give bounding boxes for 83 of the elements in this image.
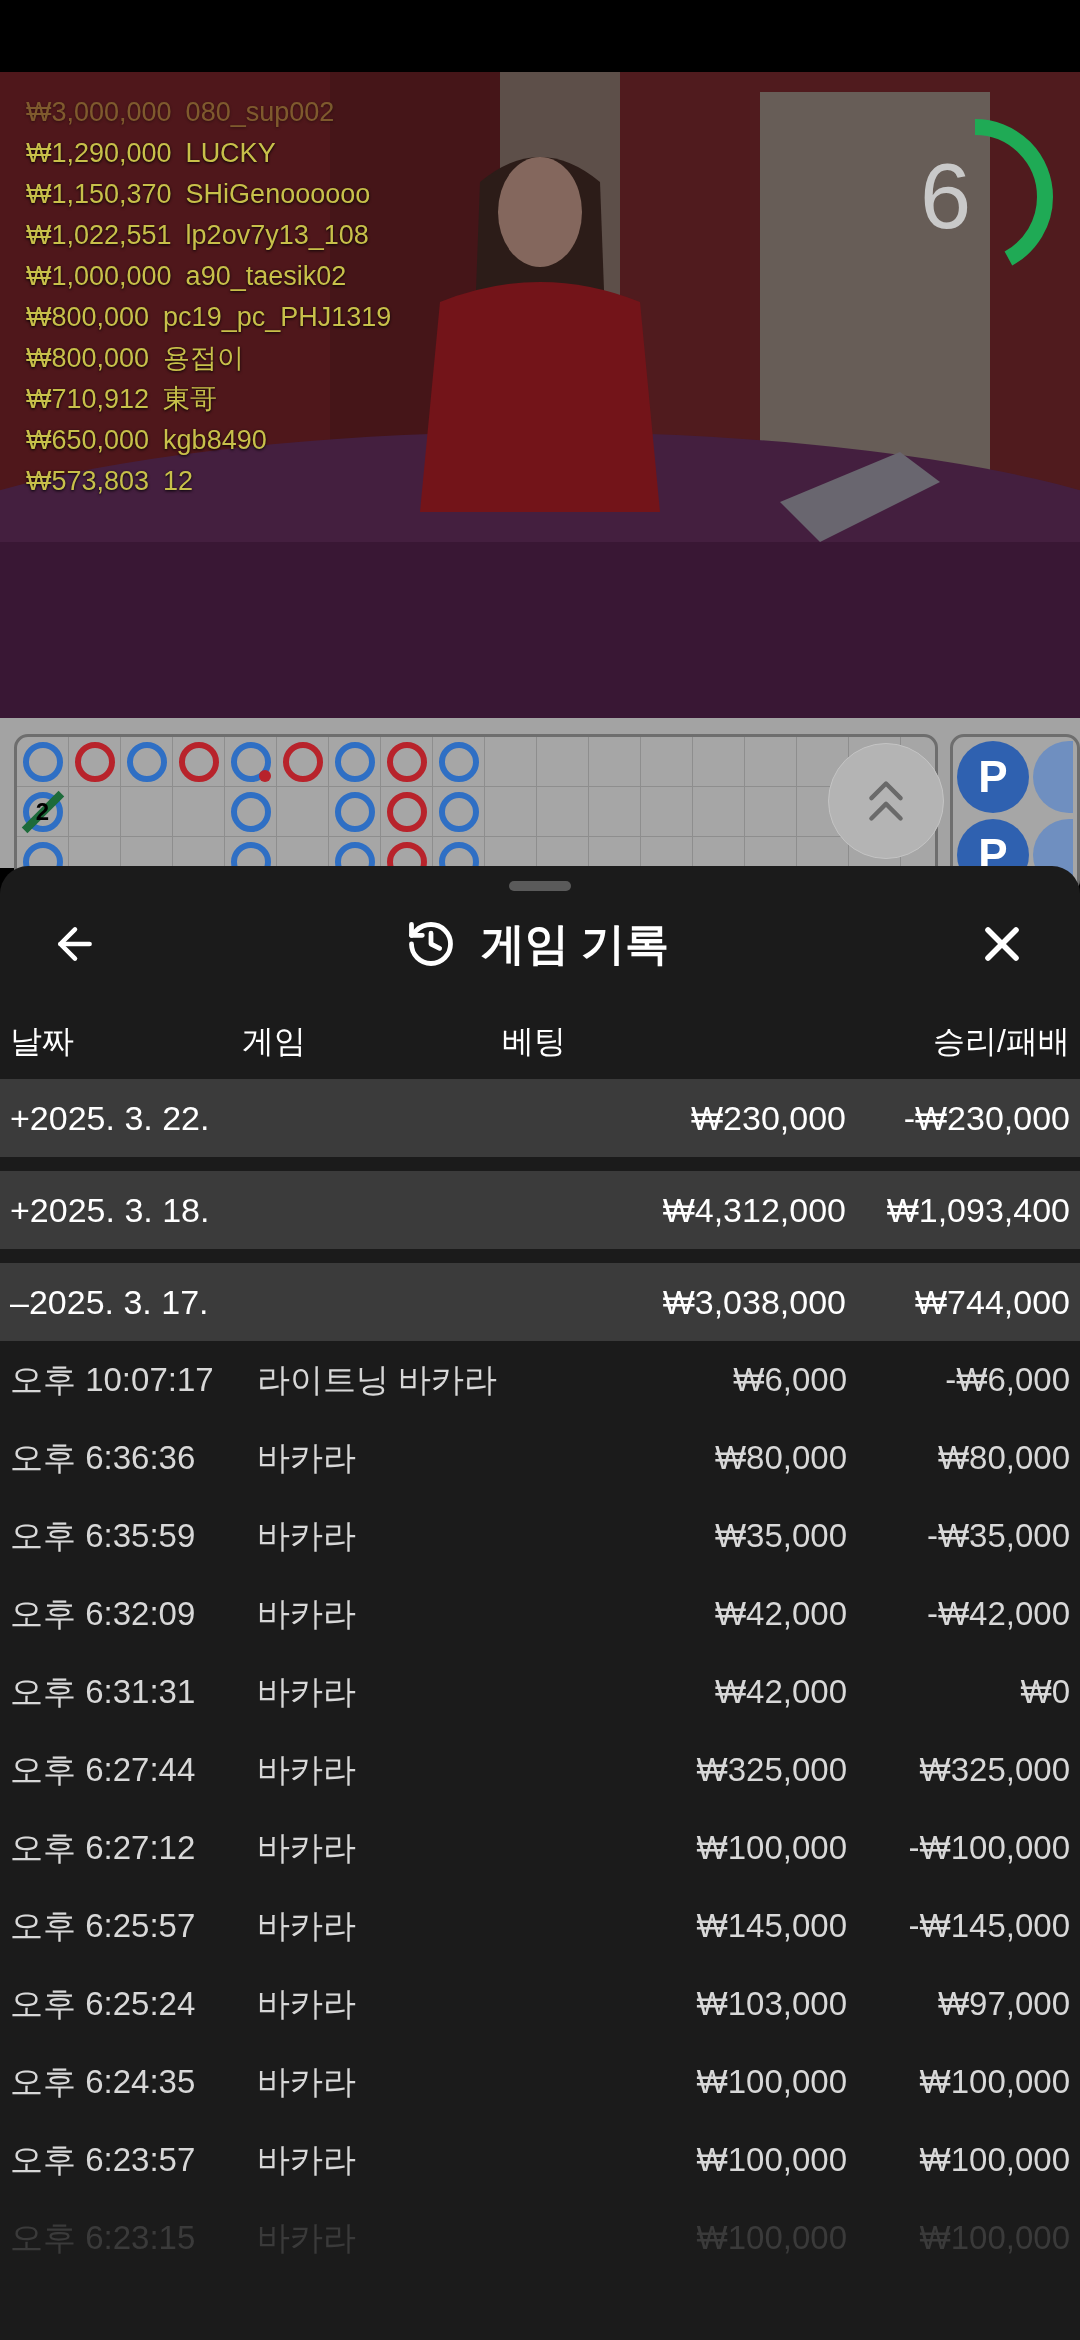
group-result: ₩1,093,400 xyxy=(885,1189,1070,1231)
bet-time: 오후 6:24:35 xyxy=(10,2062,197,2103)
win-loss-amount: -₩100,000 xyxy=(907,1828,1070,1869)
group-bet: ₩230,000 xyxy=(690,1097,846,1139)
leaderboard-amount: ₩3,000,000 xyxy=(26,96,172,129)
bet-amount: ₩80,000 xyxy=(713,1438,847,1479)
group-date: +2025. 3. 18. xyxy=(10,1189,211,1231)
bet-time: 오후 6:35:59 xyxy=(10,1516,197,1557)
leaderboard-amount: ₩650,000 xyxy=(26,424,150,457)
bet-amount: ₩325,000 xyxy=(695,1750,847,1791)
group-bet: ₩3,038,000 xyxy=(661,1281,846,1323)
group-result: -₩230,000 xyxy=(902,1097,1070,1139)
date-group-row[interactable]: –2025. 3. 17. ₩3,038,000 ₩744,000 xyxy=(0,1263,1080,1341)
group-date: –2025. 3. 17. xyxy=(10,1281,210,1323)
leaderboard-amount: ₩1,000,000 xyxy=(26,260,172,293)
game-name: 바카라 xyxy=(257,2062,357,2103)
bet-amount: ₩103,000 xyxy=(695,1984,847,2025)
win-loss-amount: ₩80,000 xyxy=(936,1438,1070,1479)
leaderboard-player: 080_sup002 xyxy=(185,96,335,129)
leaderboard-player: kgb8490 xyxy=(163,424,267,457)
leaderboard-player: LUCKY xyxy=(185,137,276,170)
leaderboard-player: lp2ov7y13_108 xyxy=(185,219,369,252)
group-bet: ₩4,312,000 xyxy=(661,1189,846,1231)
bet-amount: ₩100,000 xyxy=(695,2140,847,2181)
win-loss-amount: ₩97,000 xyxy=(936,1984,1070,2025)
leaderboard-player: a90_taesik02 xyxy=(185,260,347,293)
countdown-number: 6 xyxy=(920,150,972,242)
win-loss-amount: -₩42,000 xyxy=(925,1594,1070,1635)
bet-amount: ₩6,000 xyxy=(732,1360,847,1401)
leaderboard-amount: ₩1,022,551 xyxy=(26,219,172,252)
leaderboard-amount: ₩710,912 xyxy=(26,383,150,416)
date-group-row[interactable]: +2025. 3. 18. ₩4,312,000 ₩1,093,400 xyxy=(0,1171,1080,1249)
bet-time: 오후 6:36:36 xyxy=(10,1438,197,1479)
bet-amount: ₩42,000 xyxy=(713,1672,847,1713)
leaderboard-amount: ₩1,290,000 xyxy=(26,137,172,170)
bet-time: 오후 6:32:09 xyxy=(10,1594,197,1635)
leaderboard-amount: ₩1,150,370 xyxy=(26,178,172,211)
win-loss-amount: ₩100,000 xyxy=(918,2140,1070,2181)
game-name: 바카라 xyxy=(257,1672,357,1713)
bet-time: 오후 6:23:57 xyxy=(10,2140,197,2181)
leaderboard-amount: ₩800,000 xyxy=(26,301,150,334)
column-header: 게임 xyxy=(242,1022,307,1061)
column-header: 날짜 xyxy=(10,1022,75,1061)
win-loss-amount: -₩6,000 xyxy=(944,1360,1070,1401)
bet-time: 오후 6:27:44 xyxy=(10,1750,197,1791)
leaderboard-amount: ₩800,000 xyxy=(26,342,150,375)
bet-amount: ₩100,000 xyxy=(695,2062,847,2103)
game-name: 바카라 xyxy=(257,1750,357,1791)
bet-amount: ₩145,000 xyxy=(695,1906,847,1947)
bet-time: 오후 6:31:31 xyxy=(10,1672,197,1713)
bet-time: 오후 6:27:12 xyxy=(10,1828,197,1869)
win-loss-amount: -₩145,000 xyxy=(907,1906,1070,1947)
bet-amount: ₩100,000 xyxy=(695,1828,847,1869)
win-loss-amount: ₩325,000 xyxy=(918,1750,1070,1791)
game-name: 라이트닝 바카라 xyxy=(257,1360,499,1401)
win-loss-amount: ₩0 xyxy=(1019,1672,1070,1713)
leaderboard-player: 용접이 xyxy=(163,342,245,375)
leaderboard-amount: ₩573,803 xyxy=(26,465,150,498)
bet-amount: ₩35,000 xyxy=(713,1516,847,1557)
game-name: 바카라 xyxy=(257,1516,357,1557)
win-loss-amount: -₩35,000 xyxy=(925,1516,1070,1557)
game-name: 바카라 xyxy=(257,1828,357,1869)
date-group-row[interactable]: +2025. 3. 22. ₩230,000 -₩230,000 xyxy=(0,1079,1080,1157)
group-result: ₩744,000 xyxy=(914,1281,1070,1323)
bet-time: 오후 6:25:24 xyxy=(10,1984,197,2025)
leaderboard-player: 東哥 xyxy=(163,383,218,416)
column-header: 베팅 xyxy=(502,1022,567,1061)
column-header: 승리/패배 xyxy=(932,1022,1070,1061)
bet-time: 오후 10:07:17 xyxy=(10,1360,215,1401)
game-name: 바카라 xyxy=(257,1906,357,1947)
win-loss-amount: ₩100,000 xyxy=(918,2062,1070,2103)
game-name: 바카라 xyxy=(257,2140,357,2181)
game-name: 바카라 xyxy=(257,1438,357,1479)
leaderboard-player: pc19_pc_PHJ1319 xyxy=(163,301,392,334)
leaderboard-player: 12 xyxy=(163,465,194,498)
sheet-title: 게임 기록 xyxy=(480,917,670,970)
leaderboard-player: SHiGenoooooo xyxy=(185,178,371,211)
game-name: 바카라 xyxy=(257,1984,357,2025)
group-date: +2025. 3. 22. xyxy=(10,1097,211,1139)
game-name: 바카라 xyxy=(257,1594,357,1635)
player-bead: P xyxy=(957,741,1029,813)
bet-time: 오후 6:25:57 xyxy=(10,1906,197,1947)
bet-amount: ₩42,000 xyxy=(713,1594,847,1635)
